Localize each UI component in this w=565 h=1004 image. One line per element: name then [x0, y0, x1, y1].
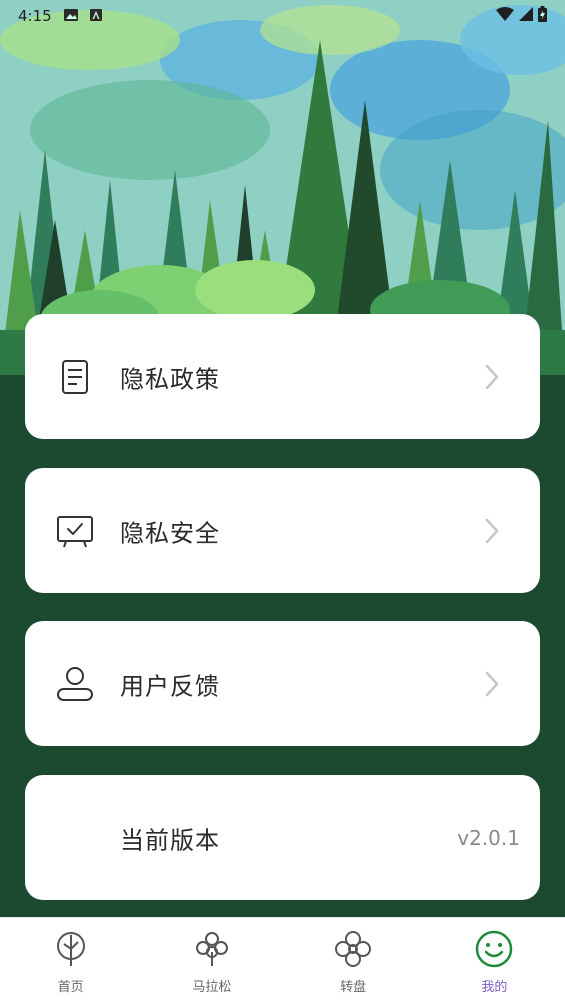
flower-wheel-icon: [335, 931, 372, 967]
clover-tree-icon: [195, 932, 228, 966]
current-version-item: 当前版本 v2.0.1: [25, 775, 540, 900]
a-notification-icon: [89, 7, 102, 25]
image-notification-icon: [63, 7, 78, 25]
user-feedback-item[interactable]: 用户反馈: [25, 621, 540, 746]
privacy-security-label: 隐私安全: [120, 519, 220, 547]
battery-icon: [538, 6, 547, 26]
tab-wheel-label: 转盘: [340, 980, 367, 995]
privacy-policy-item[interactable]: 隐私政策: [25, 314, 540, 439]
chevron-right-icon: [485, 671, 499, 696]
tab-home[interactable]: 首页: [0, 918, 141, 1004]
tab-wheel[interactable]: 转盘: [283, 918, 424, 1004]
chevron-right-icon: [485, 518, 499, 543]
version-value: v2.0.1: [457, 825, 520, 850]
document-icon: [62, 359, 88, 394]
bottom-nav: 首页 马拉松 转盘 我的: [0, 917, 565, 1004]
user-icon: [57, 666, 93, 701]
privacy-security-item[interactable]: 隐私安全: [25, 468, 540, 593]
status-time: 4:15: [18, 7, 52, 25]
tab-mine[interactable]: 我的: [424, 918, 565, 1004]
tree-icon: [56, 932, 85, 966]
signal-icon: [519, 7, 533, 25]
tab-marathon-label: 马拉松: [192, 980, 232, 995]
tab-mine-label: 我的: [481, 980, 508, 995]
current-version-label: 当前版本: [120, 826, 220, 854]
smiley-icon: [476, 930, 513, 968]
wifi-icon: [496, 7, 514, 25]
tab-marathon[interactable]: 马拉松: [141, 918, 282, 1004]
chevron-right-icon: [485, 364, 499, 389]
monitor-check-icon: [57, 515, 93, 547]
tab-home-label: 首页: [57, 980, 84, 995]
user-feedback-label: 用户反馈: [120, 672, 220, 700]
status-bar: 4:15: [0, 0, 565, 32]
privacy-policy-label: 隐私政策: [120, 365, 220, 393]
